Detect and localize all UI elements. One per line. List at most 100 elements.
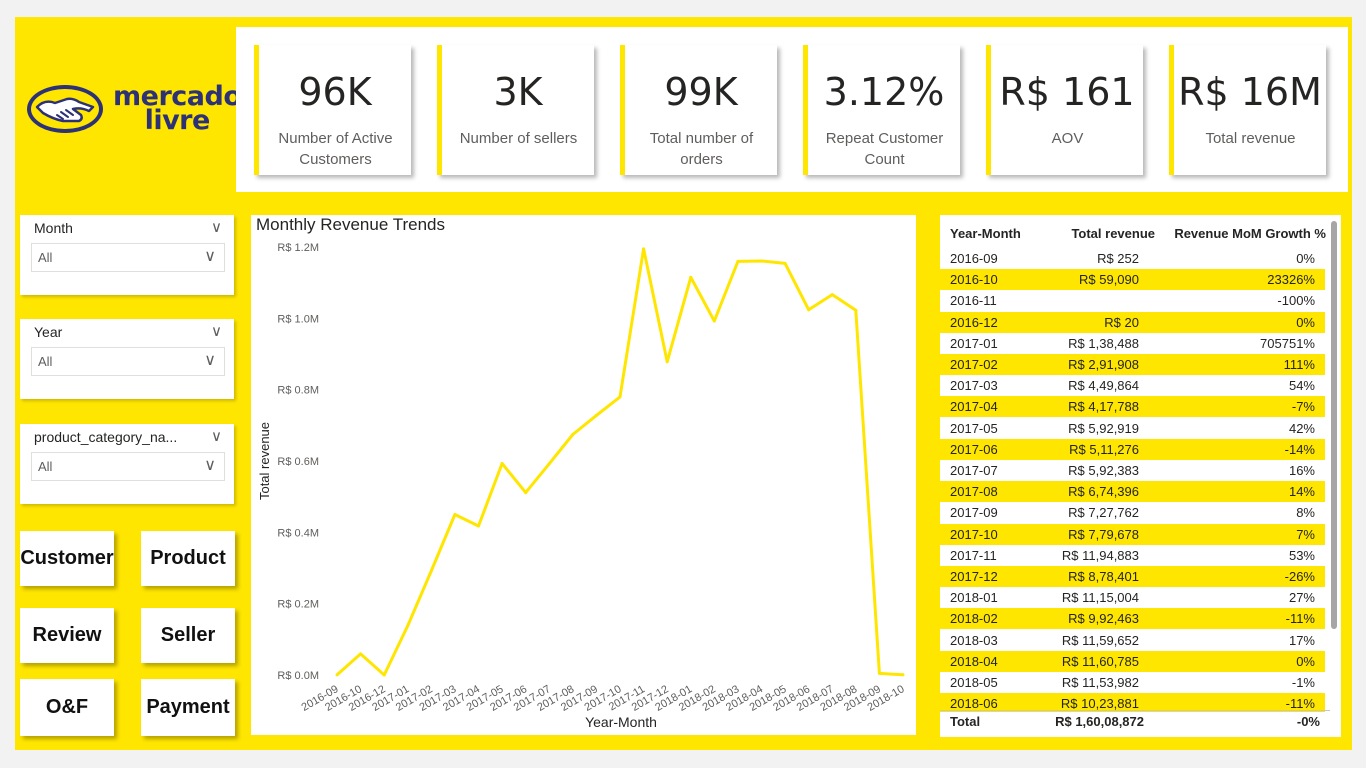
product-category-dropdown[interactable]: All ∨: [31, 452, 225, 481]
table-row: 2016-12 R$ 20 0%: [940, 311, 1325, 333]
year-dropdown[interactable]: All ∨: [31, 347, 225, 376]
cell-year-month: 2017-02: [950, 357, 998, 372]
kpi-value: 99K: [664, 70, 738, 114]
table-row: 2017-04 R$ 4,17,788 -7%: [940, 396, 1325, 418]
data-point: [783, 261, 787, 265]
cell-year-month: 2017-01: [950, 335, 998, 351]
cell-total-revenue: R$ 2,91,908: [1068, 357, 1139, 372]
data-point: [547, 462, 551, 466]
kpi-label: Repeat Customer Count: [825, 130, 944, 168]
data-point: [807, 308, 811, 312]
chevron-down-icon[interactable]: ∨: [211, 322, 222, 340]
payment-button[interactable]: Payment: [141, 679, 235, 736]
kpi-card-aov: R$ 161 AOV: [986, 45, 1143, 175]
cell-year-month: 2017-04: [950, 399, 998, 415]
data-point: [689, 275, 693, 279]
cell-year-month: 2018-02: [950, 611, 998, 627]
of-button[interactable]: O&F: [20, 679, 114, 736]
cell-mom-growth: -14%: [1284, 441, 1315, 457]
kpi-label: Total number of orders: [649, 130, 754, 168]
y-tick-label: R$ 0.0M: [277, 670, 319, 682]
chevron-down-icon[interactable]: ∨: [211, 218, 222, 236]
cell-year-month: 2018-03: [950, 632, 998, 648]
table-row: 2016-10 R$ 59,090 23326%: [940, 269, 1325, 291]
handshake-icon: [27, 85, 103, 133]
data-point: [736, 259, 740, 263]
table-row: 2018-01 R$ 11,15,004 27%: [940, 587, 1325, 608]
cell-total-revenue: R$ 5,11,276: [1069, 441, 1139, 457]
data-point: [830, 293, 834, 297]
cell-mom-growth: -26%: [1284, 569, 1315, 584]
cell-year-month: 2016-12: [950, 314, 998, 330]
cell-mom-growth: 53%: [1288, 547, 1315, 563]
dashboard-canvas: mercado livre 96K Number of Active Custom…: [15, 17, 1352, 750]
month-dropdown[interactable]: All ∨: [31, 243, 225, 272]
cell-year-month: 2017-11: [950, 547, 997, 563]
cell-year-month: 2017-09: [950, 505, 998, 521]
data-point: [901, 673, 905, 677]
data-point: [854, 308, 858, 312]
cell-total-revenue: R$ 4,17,788: [1068, 399, 1139, 415]
kpi-card-sellers: 3K Number of sellers: [437, 45, 594, 175]
cell-total-revenue: R$ 6,74,396: [1068, 484, 1139, 500]
data-point: [712, 319, 716, 323]
cell-total-revenue: R$ 10,23,881: [1060, 696, 1139, 712]
table-row: 2018-03 R$ 11,59,652 17%: [940, 630, 1325, 651]
cell-total-revenue: R$ 11,60,785: [1061, 653, 1139, 669]
dropdown-value: All: [38, 354, 53, 369]
table-header: Year-Month Total revenue Revenue MoM Gro…: [940, 223, 1341, 247]
data-point: [429, 569, 433, 573]
cell-total-revenue: R$ 11,53,982: [1061, 675, 1139, 690]
table-row: 2018-04 R$ 11,60,785 0%: [940, 650, 1325, 672]
cell-total-revenue: R$ 252: [1097, 251, 1139, 266]
kpi-card-orders: 99K Total number of orders: [620, 45, 777, 175]
cell-year-month: 2016-11: [950, 293, 997, 309]
cell-year-month: 2016-09: [950, 251, 998, 266]
kpi-label: Number of sellers: [459, 130, 578, 147]
table-scrollbar[interactable]: [1331, 221, 1337, 629]
chevron-down-icon: ∨: [204, 352, 216, 369]
cell-mom-growth: 14%: [1288, 484, 1315, 500]
table-row: 2017-07 R$ 5,92,383 16%: [940, 460, 1325, 481]
slicer-title: Month: [34, 220, 73, 236]
cell-total-revenue: R$ 5,92,919: [1068, 420, 1139, 436]
cell-year-month: 2017-10: [950, 526, 998, 542]
total-growth: -0%: [1296, 714, 1320, 729]
cell-mom-growth: 0%: [1296, 653, 1315, 669]
data-point: [594, 413, 598, 417]
slicer-title: product_category_na...: [34, 429, 178, 445]
kpi-value: 3.12%: [823, 70, 945, 114]
cell-year-month: 2018-06: [950, 696, 998, 712]
y-axis-title: Total revenue: [257, 422, 272, 500]
kpi-label: AOV: [1051, 130, 1084, 147]
product-button[interactable]: Product: [141, 531, 235, 586]
cell-total-revenue: R$ 1,38,488: [1068, 335, 1139, 351]
dropdown-value: All: [38, 250, 53, 265]
header-year-month[interactable]: Year-Month: [950, 226, 1021, 241]
header-total-revenue[interactable]: Total revenue: [1071, 226, 1155, 241]
table-row: 2018-02 R$ 9,92,463 -11%: [940, 608, 1325, 630]
y-tick-label: R$ 0.6M: [277, 456, 319, 468]
cell-year-month: 2017-12: [950, 569, 998, 584]
cell-total-revenue: R$ 11,59,652: [1061, 632, 1139, 648]
cell-year-month: 2018-05: [950, 675, 998, 690]
data-point: [335, 673, 339, 677]
header-mom-growth[interactable]: Revenue MoM Growth %: [1174, 226, 1326, 241]
slicer-month: Month ∨ All ∨: [20, 215, 234, 295]
kpi-card-total-revenue: R$ 16M Total revenue: [1169, 45, 1326, 175]
customer-button[interactable]: Customer: [20, 531, 114, 586]
review-button[interactable]: Review: [20, 608, 114, 663]
dropdown-value: All: [38, 459, 53, 474]
cell-mom-growth: 0%: [1296, 314, 1315, 330]
table-body: 2016-09 R$ 252 0% 2016-10 R$ 59,090 23326% 201…: [940, 248, 1330, 712]
chevron-down-icon: ∨: [204, 248, 216, 265]
data-point: [359, 652, 363, 656]
revenue-series-line: [336, 247, 904, 677]
data-point: [524, 491, 528, 495]
cell-year-month: 2017-05: [950, 420, 998, 436]
seller-button[interactable]: Seller: [141, 608, 235, 663]
table-total-row: Total R$ 1,60,08,872 -0%: [940, 710, 1330, 733]
chevron-down-icon[interactable]: ∨: [211, 427, 222, 445]
slicer-product-category: product_category_na... ∨ All ∨: [20, 424, 234, 504]
mercado-livre-logo: mercado livre: [23, 77, 242, 147]
